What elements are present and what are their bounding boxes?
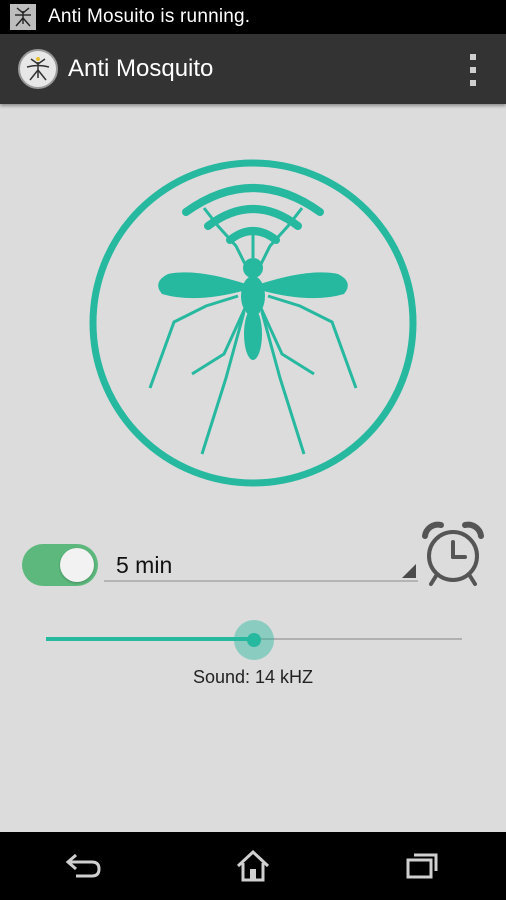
timer-toggle[interactable]: [22, 544, 98, 586]
mosquito-icon: [10, 4, 36, 30]
sound-frequency-slider[interactable]: [46, 620, 462, 660]
toggle-knob: [60, 548, 94, 582]
slider-thumb[interactable]: [247, 633, 261, 647]
alarm-clock-icon[interactable]: [421, 520, 485, 593]
status-bar: Anti Mosuito is running.: [0, 0, 506, 34]
recent-apps-icon[interactable]: [392, 841, 452, 891]
overflow-menu-icon[interactable]: [466, 54, 480, 86]
home-icon[interactable]: [223, 841, 283, 891]
action-bar: Anti Mosquito: [0, 34, 506, 104]
slider-fill: [46, 637, 254, 641]
mosquito-logo-icon[interactable]: [18, 49, 58, 89]
navigation-bar: [0, 832, 506, 900]
timer-value: 5 min: [116, 552, 173, 578]
timer-dropdown[interactable]: 5 min: [104, 544, 418, 582]
back-icon[interactable]: [54, 841, 114, 891]
status-notification-text: Anti Mosuito is running.: [48, 6, 251, 27]
dropdown-caret-icon: [402, 564, 416, 578]
app-title: Anti Mosquito: [68, 55, 214, 82]
sound-frequency-label: Sound: 14 kHZ: [192, 667, 314, 687]
mosquito-sound-icon: [86, 156, 420, 495]
